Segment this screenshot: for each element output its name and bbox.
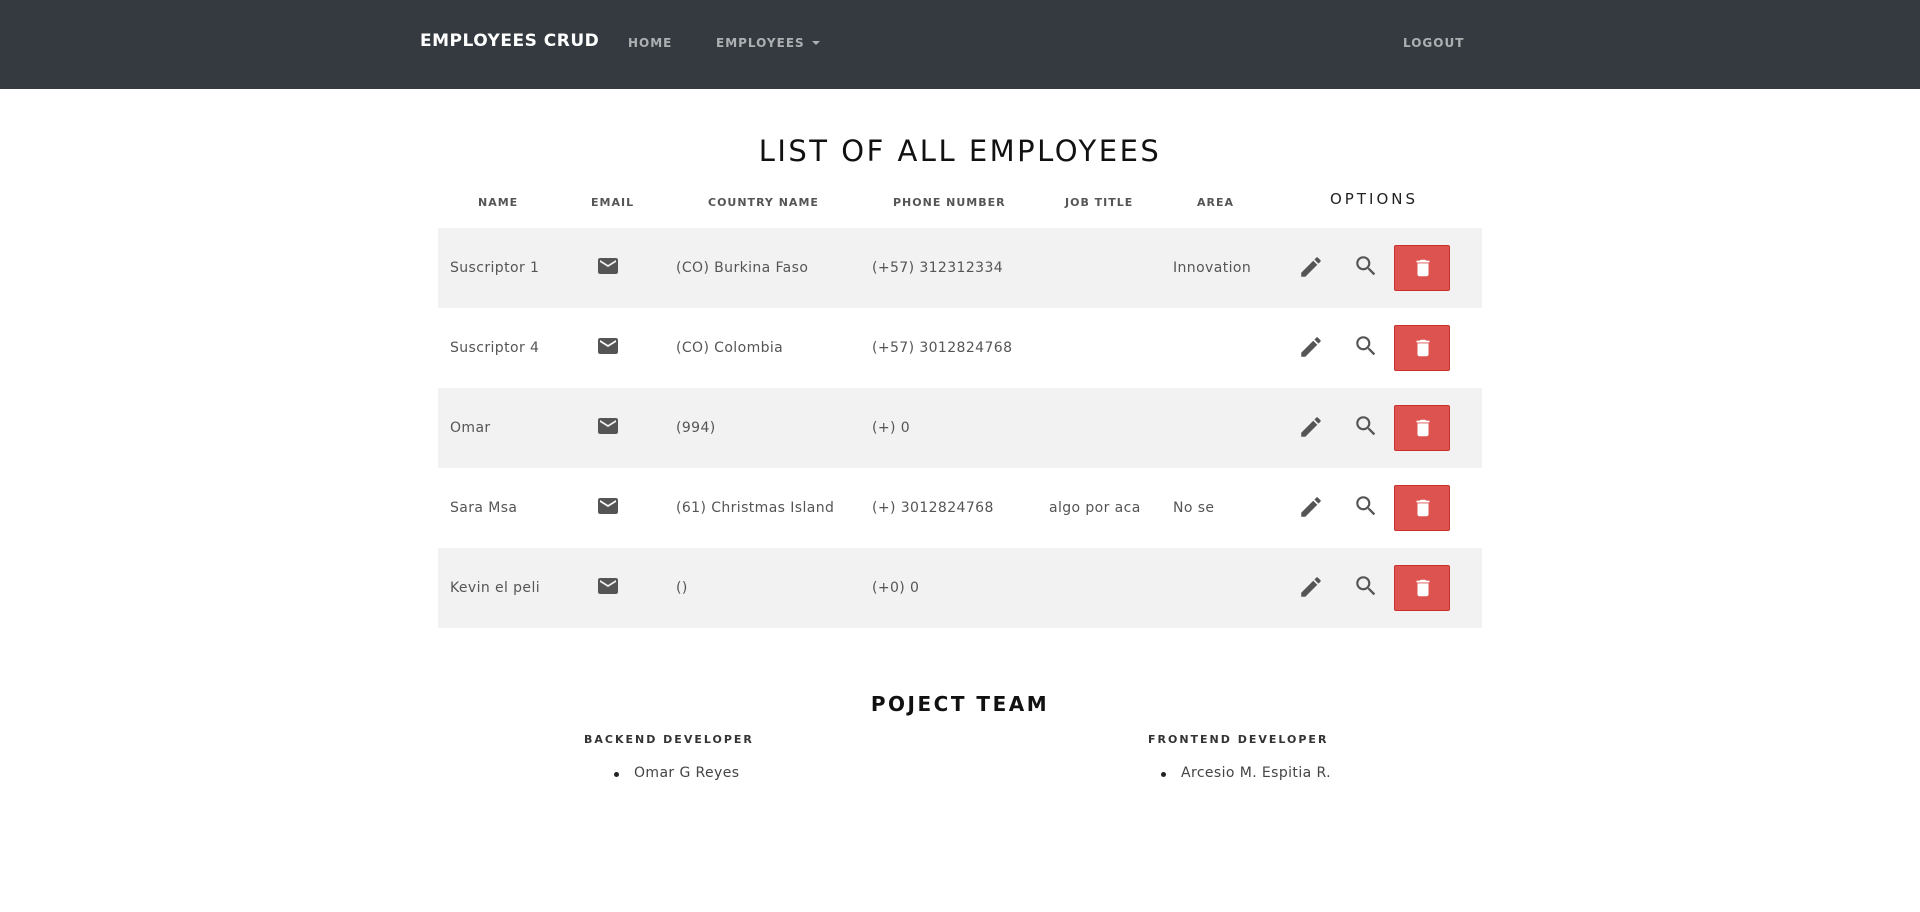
cell-phone: (+57) 312312334: [872, 260, 1004, 276]
pencil-icon: [1301, 257, 1321, 277]
nav-employees-dropdown[interactable]: EMPLOYEES: [716, 36, 820, 50]
cell-name: Suscriptor 1: [450, 260, 540, 276]
cell-name: Kevin el peli: [450, 580, 541, 596]
cell-job-title: algo por aca: [1049, 500, 1141, 516]
trash-icon: [1416, 579, 1430, 597]
magnifier-icon: [1356, 576, 1376, 596]
envelope-icon[interactable]: [596, 414, 620, 438]
header-area: AREA: [1197, 196, 1235, 209]
header-name: NAME: [478, 196, 519, 209]
cell-phone: (+0) 0: [872, 580, 920, 596]
trash-icon: [1416, 259, 1430, 277]
envelope-icon[interactable]: [596, 574, 620, 598]
header-phone: PHONE NUMBER: [893, 196, 1006, 209]
table-row: Suscriptor 1 (CO) Burkina Faso (+57) 312…: [438, 228, 1482, 308]
frontend-member: Arcesio M. Espitia R.: [1161, 765, 1331, 781]
view-button[interactable]: [1353, 573, 1379, 599]
backend-member: Omar G Reyes: [613, 765, 740, 781]
frontend-role: FRONTEND DEVELOPER: [1148, 733, 1329, 746]
edit-button[interactable]: [1298, 494, 1324, 520]
navbar: EMPLOYEES CRUD HOME EMPLOYEES LOGOUT: [0, 0, 1920, 89]
pencil-icon: [1301, 417, 1321, 437]
table-row: Kevin el peli () (+0) 0: [438, 548, 1482, 628]
nav-employees-label: EMPLOYEES: [716, 36, 805, 50]
delete-button[interactable]: [1394, 565, 1450, 611]
header-job-title: JOB TITLE: [1065, 196, 1134, 209]
cell-phone: (+) 0: [872, 420, 911, 436]
cell-country: (994): [676, 420, 716, 436]
pencil-icon: [1301, 577, 1321, 597]
edit-button[interactable]: [1298, 254, 1324, 280]
table-body: Suscriptor 1 (CO) Burkina Faso (+57) 312…: [438, 228, 1482, 628]
envelope-icon[interactable]: [596, 494, 620, 518]
brand-link[interactable]: EMPLOYEES CRUD: [420, 31, 599, 51]
delete-button[interactable]: [1394, 485, 1450, 531]
magnifier-icon: [1356, 256, 1376, 276]
table-row: Sara Msa (61) Christmas Island (+) 30128…: [438, 468, 1482, 548]
cell-name: Sara Msa: [450, 500, 518, 516]
trash-icon: [1416, 419, 1430, 437]
header-options: OPTIONS: [1330, 190, 1418, 208]
header-country: COUNTRY NAME: [708, 196, 819, 209]
page-title: LIST OF ALL EMPLOYEES: [758, 134, 1162, 168]
caret-down-icon: [811, 41, 820, 45]
cell-name: Omar: [450, 420, 491, 436]
cell-area: No se: [1173, 500, 1215, 516]
cell-phone: (+) 3012824768: [872, 500, 994, 516]
trash-icon: [1416, 499, 1430, 517]
envelope-icon[interactable]: [596, 334, 620, 358]
table-row: Omar (994) (+) 0: [438, 388, 1482, 468]
nav-home-link[interactable]: HOME: [628, 36, 672, 50]
cell-country: (61) Christmas Island: [676, 500, 835, 516]
header-email: EMAIL: [591, 196, 635, 209]
edit-button[interactable]: [1298, 574, 1324, 600]
cell-country: (CO) Burkina Faso: [676, 260, 809, 276]
envelope-icon[interactable]: [596, 254, 620, 278]
view-button[interactable]: [1353, 493, 1379, 519]
cell-phone: (+57) 3012824768: [872, 340, 1013, 356]
logout-link[interactable]: LOGOUT: [1403, 36, 1464, 50]
magnifier-icon: [1356, 416, 1376, 436]
edit-button[interactable]: [1298, 334, 1324, 360]
cell-area: Innovation: [1173, 260, 1252, 276]
delete-button[interactable]: [1394, 405, 1450, 451]
pencil-icon: [1301, 337, 1321, 357]
pencil-icon: [1301, 497, 1321, 517]
delete-button[interactable]: [1394, 245, 1450, 291]
table-row: Suscriptor 4 (CO) Colombia (+57) 3012824…: [438, 308, 1482, 388]
edit-button[interactable]: [1298, 414, 1324, 440]
magnifier-icon: [1356, 336, 1376, 356]
cell-country: (CO) Colombia: [676, 340, 784, 356]
cell-name: Suscriptor 4: [450, 340, 540, 356]
delete-button[interactable]: [1394, 325, 1450, 371]
backend-role: BACKEND DEVELOPER: [584, 733, 754, 746]
magnifier-icon: [1356, 496, 1376, 516]
team-title: POJECT TEAM: [870, 692, 1050, 716]
trash-icon: [1416, 339, 1430, 357]
view-button[interactable]: [1353, 253, 1379, 279]
cell-country: (): [676, 580, 688, 596]
view-button[interactable]: [1353, 413, 1379, 439]
view-button[interactable]: [1353, 333, 1379, 359]
